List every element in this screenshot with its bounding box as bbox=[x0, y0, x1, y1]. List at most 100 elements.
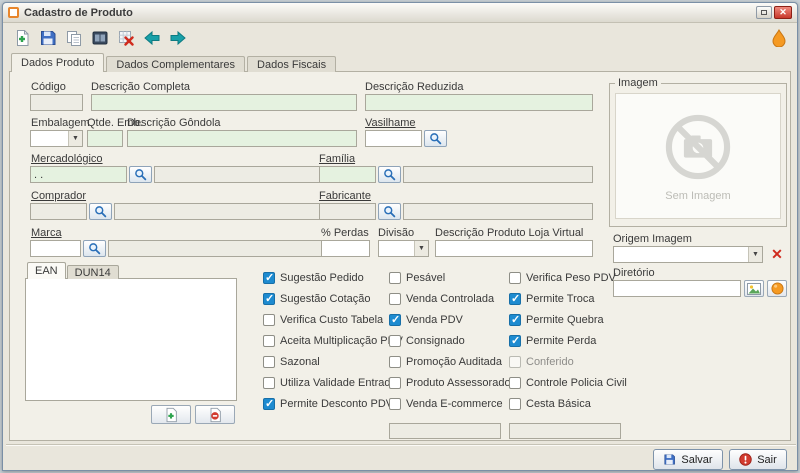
mercadologico-lookup-button[interactable] bbox=[129, 166, 152, 183]
origem-clear-button[interactable]: ✕ bbox=[769, 246, 785, 263]
checkbox-label: Sugestão Pedido bbox=[280, 272, 364, 284]
mercadologico-input[interactable] bbox=[30, 166, 127, 183]
checkbox-box bbox=[263, 314, 275, 326]
checkbox-verifica-custo-tabela[interactable]: Verifica Custo Tabela bbox=[263, 313, 383, 327]
comprador-input[interactable] bbox=[30, 203, 87, 220]
descricao-reduzida-input[interactable] bbox=[365, 94, 593, 111]
checkbox-permite-perda[interactable]: Permite Perda bbox=[509, 334, 596, 348]
origem-imagem-select[interactable]: ▼ bbox=[613, 246, 763, 263]
vasilhame-label[interactable]: Vasilhame bbox=[365, 117, 416, 129]
checkbox-label: Sazonal bbox=[280, 356, 320, 368]
ean-add-button[interactable] bbox=[151, 405, 191, 424]
checkbox-conferido[interactable]: Conferido bbox=[509, 355, 574, 369]
tab-bar: Dados Produto Dados Complementares Dados… bbox=[11, 53, 338, 72]
loja-virtual-input[interactable] bbox=[435, 240, 593, 257]
checkbox-label: Permite Desconto PDV bbox=[280, 398, 393, 410]
descricao-completa-label: Descrição Completa bbox=[91, 81, 190, 93]
checkbox-label: Sugestão Cotação bbox=[280, 293, 371, 305]
cancel-icon bbox=[117, 29, 135, 47]
comprador-lookup-button[interactable] bbox=[89, 203, 112, 220]
checkbox-permite-quebra[interactable]: Permite Quebra bbox=[509, 313, 604, 327]
ean-listbox[interactable] bbox=[25, 278, 237, 401]
checkbox-box bbox=[389, 335, 401, 347]
maximize-button[interactable] bbox=[756, 6, 772, 19]
diretorio-input[interactable] bbox=[613, 280, 741, 297]
disabled-field-right bbox=[509, 423, 621, 439]
descricao-gondola-input[interactable] bbox=[127, 130, 357, 147]
familia-lookup-button[interactable] bbox=[378, 166, 401, 183]
mercadologico-label[interactable]: Mercadológico bbox=[31, 153, 103, 165]
embalagem-select[interactable]: ▼ bbox=[30, 130, 83, 147]
disabled-field-left bbox=[389, 423, 501, 439]
checkbox-venda-pdv[interactable]: Venda PDV bbox=[389, 313, 463, 327]
comprador-label[interactable]: Comprador bbox=[31, 190, 86, 202]
titlebar[interactable]: Cadastro de Produto ✕ bbox=[3, 3, 797, 23]
tab-dados-produto[interactable]: Dados Produto bbox=[11, 53, 104, 72]
tab-ean[interactable]: EAN bbox=[27, 262, 66, 279]
copy-button[interactable] bbox=[62, 26, 85, 49]
checkbox-controle-policia-civil[interactable]: Controle Policia Civil bbox=[509, 376, 627, 390]
cancel-button[interactable] bbox=[114, 26, 137, 49]
checkbox-venda-ecommerce[interactable]: Venda E-commerce bbox=[389, 397, 503, 411]
checkbox-box bbox=[263, 398, 275, 410]
salvar-button[interactable]: Salvar bbox=[653, 449, 723, 470]
checkbox-box bbox=[509, 377, 521, 389]
checkbox-pesavel[interactable]: Pesável bbox=[389, 271, 445, 285]
checkbox-permite-troca[interactable]: Permite Troca bbox=[509, 292, 594, 306]
marca-lookup-button[interactable] bbox=[83, 240, 106, 257]
checkbox-box bbox=[509, 293, 521, 305]
checkbox-venda-controlada[interactable]: Venda Controlada bbox=[389, 292, 494, 306]
tab-dados-complementares[interactable]: Dados Complementares bbox=[106, 56, 245, 72]
marca-descricao-field bbox=[108, 240, 357, 257]
checkbox-label: Utiliza Validade Entrada bbox=[280, 377, 397, 389]
fabricante-label[interactable]: Fabricante bbox=[319, 190, 371, 202]
diretorio-info-button[interactable] bbox=[767, 280, 787, 297]
checkbox-sazonal[interactable]: Sazonal bbox=[263, 355, 320, 369]
previous-button[interactable] bbox=[140, 26, 163, 49]
checkbox-promocao-auditada[interactable]: Promoção Auditada bbox=[389, 355, 502, 369]
save-button[interactable] bbox=[36, 26, 59, 49]
marca-input[interactable] bbox=[30, 240, 81, 257]
divisao-select[interactable]: ▼ bbox=[378, 240, 429, 257]
familia-input[interactable] bbox=[319, 166, 376, 183]
fabricante-input[interactable] bbox=[319, 203, 376, 220]
window-title: Cadastro de Produto bbox=[24, 7, 133, 19]
checkbox-utiliza-validade-entrada[interactable]: Utiliza Validade Entrada bbox=[263, 376, 397, 390]
perdas-label: % Perdas bbox=[321, 227, 369, 239]
search-icon bbox=[383, 205, 396, 218]
checkbox-cesta-basica[interactable]: Cesta Básica bbox=[509, 397, 591, 411]
help-button[interactable] bbox=[767, 26, 790, 49]
vasilhame-lookup-button[interactable] bbox=[424, 130, 447, 147]
checkbox-label: Permite Perda bbox=[526, 335, 596, 347]
loja-virtual-label: Descrição Produto Loja Virtual bbox=[435, 227, 583, 239]
checkbox-aceita-multiplicacao-pdv[interactable]: Aceita Multiplicação PDV bbox=[263, 334, 403, 348]
codigo-input[interactable] bbox=[30, 94, 83, 111]
fabricante-lookup-button[interactable] bbox=[378, 203, 401, 220]
tab-dados-fiscais[interactable]: Dados Fiscais bbox=[247, 56, 336, 72]
checkbox-sugestao-cotacao[interactable]: Sugestão Cotação bbox=[263, 292, 371, 306]
records-button[interactable] bbox=[88, 26, 111, 49]
descricao-completa-input[interactable] bbox=[91, 94, 357, 111]
ean-remove-button[interactable] bbox=[195, 405, 235, 424]
checkbox-box bbox=[263, 377, 275, 389]
qtde-emb-input[interactable] bbox=[87, 130, 123, 147]
close-button[interactable]: ✕ bbox=[774, 6, 792, 19]
help-droplet-icon bbox=[772, 29, 786, 47]
familia-label[interactable]: Família bbox=[319, 153, 355, 165]
checkbox-produto-assessorado[interactable]: Produto Assessorado bbox=[389, 376, 511, 390]
image-placeholder: Sem Imagem bbox=[615, 93, 781, 219]
next-button[interactable] bbox=[166, 26, 189, 49]
checkbox-consignado[interactable]: Consignado bbox=[389, 334, 465, 348]
checkbox-verifica-peso-pdv[interactable]: Verifica Peso PDV bbox=[509, 271, 616, 285]
tab-dun14[interactable]: DUN14 bbox=[67, 265, 119, 279]
sair-button[interactable]: Sair bbox=[729, 449, 787, 470]
checkbox-sugestao-pedido[interactable]: Sugestão Pedido bbox=[263, 271, 364, 285]
diretorio-browse-button[interactable] bbox=[744, 280, 764, 297]
vasilhame-input[interactable] bbox=[365, 130, 422, 147]
checkbox-label: Aceita Multiplicação PDV bbox=[280, 335, 403, 347]
new-record-button[interactable] bbox=[10, 26, 33, 49]
checkbox-permite-desconto-pdv[interactable]: Permite Desconto PDV bbox=[263, 397, 393, 411]
descricao-gondola-label: Descrição Gôndola bbox=[127, 117, 221, 129]
perdas-input[interactable] bbox=[321, 240, 370, 257]
marca-label[interactable]: Marca bbox=[31, 227, 62, 239]
